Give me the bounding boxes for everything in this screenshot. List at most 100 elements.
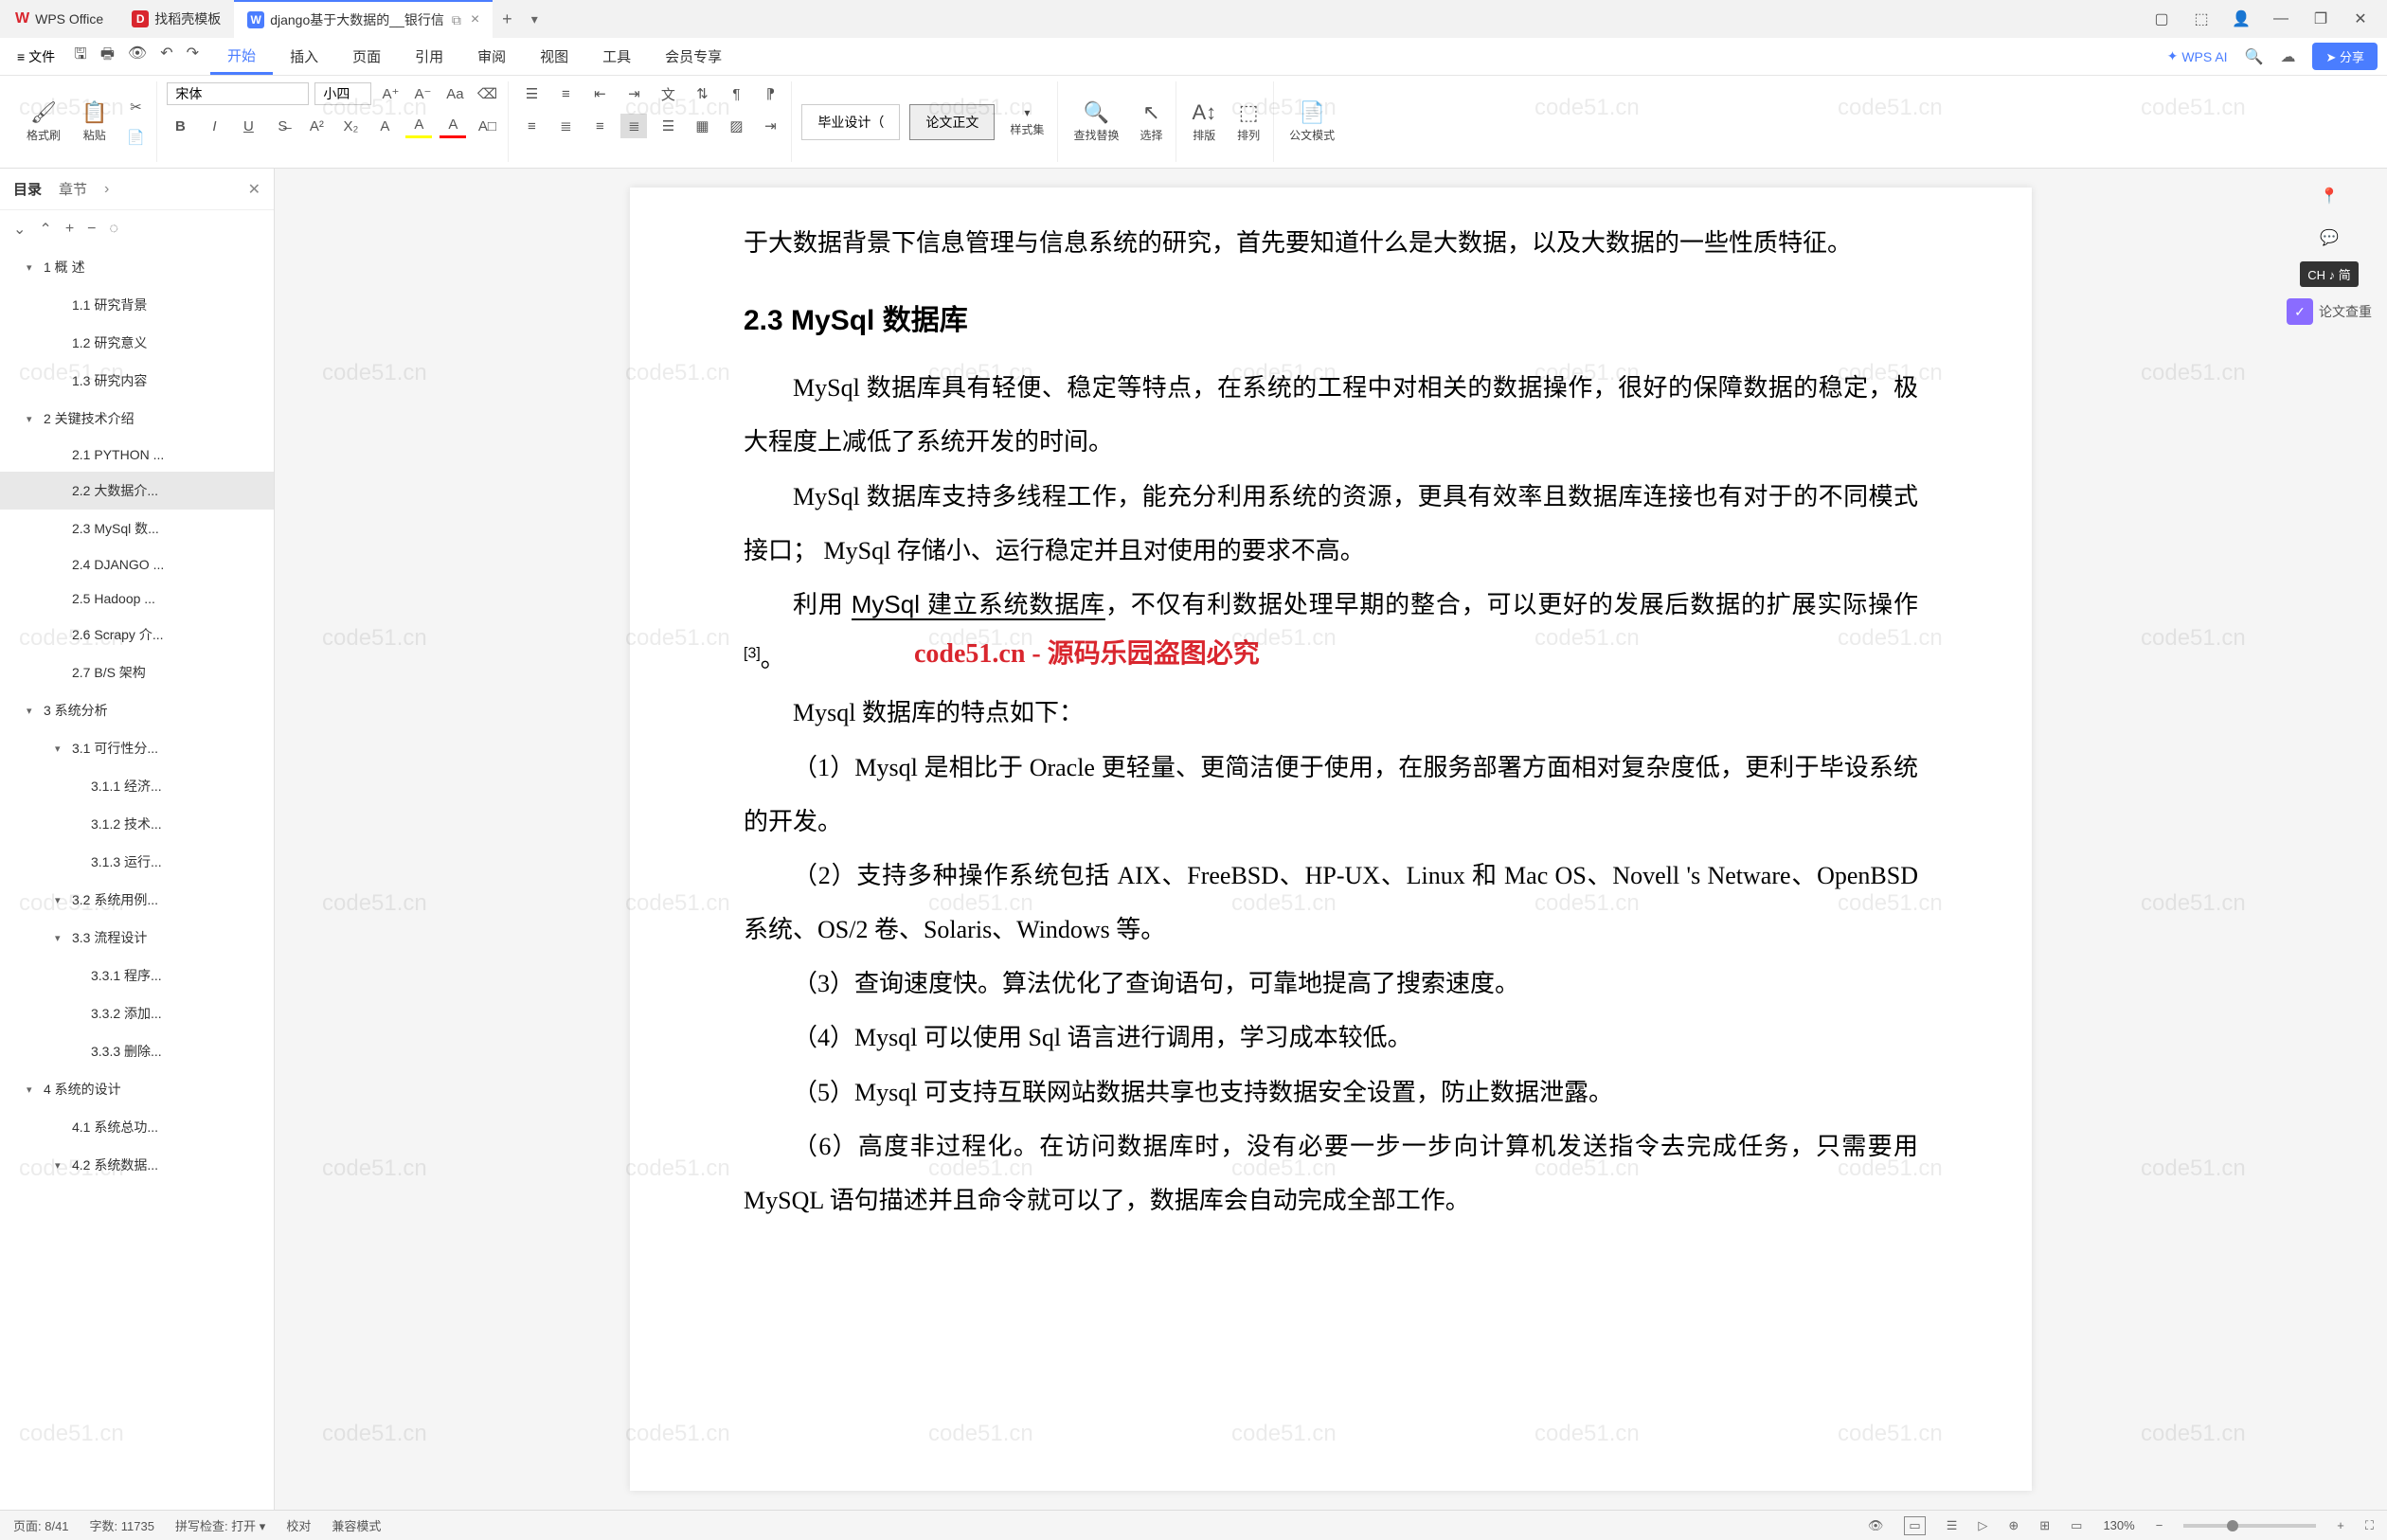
close-icon[interactable]: ✕ xyxy=(2347,6,2374,32)
save-icon[interactable]: 🖫 xyxy=(74,44,87,69)
font-grow-icon[interactable]: A⁺ xyxy=(377,81,404,106)
tab-insert[interactable]: 插入 xyxy=(273,38,335,75)
tab-stop-icon[interactable]: ⇥ xyxy=(757,114,783,138)
border-icon[interactable]: ▦ xyxy=(689,114,715,138)
read-view-icon[interactable]: ▷ xyxy=(1978,1518,1987,1533)
close-tab-icon[interactable]: × xyxy=(471,11,479,28)
change-case-icon[interactable]: Aa xyxy=(441,81,468,106)
outline-item[interactable]: ▾2 关键技术介绍 xyxy=(0,400,274,438)
minimize-icon[interactable]: — xyxy=(2268,6,2294,32)
link-icon[interactable]: ◌ xyxy=(110,221,119,238)
search-icon[interactable]: 🔍 xyxy=(2245,47,2264,66)
tab-reference[interactable]: 引用 xyxy=(398,38,460,75)
document-canvas[interactable]: 于大数据背景下信息管理与信息系统的研究，首先要知道什么是大数据，以及大数据的一些… xyxy=(275,169,2387,1510)
outline-view-icon[interactable]: ☰ xyxy=(1947,1518,1958,1533)
outline-item[interactable]: ▾4.2 系统数据... xyxy=(0,1146,274,1184)
text-effect-icon[interactable]: A xyxy=(371,114,398,138)
outline-item[interactable]: ▾3.3 流程设计 xyxy=(0,919,274,957)
tab-member[interactable]: 会员专享 xyxy=(648,38,739,75)
number-list-icon[interactable]: ≡ xyxy=(552,81,579,106)
outline-item[interactable]: ▾4 系统的设计 xyxy=(0,1070,274,1108)
fit-icon[interactable]: ⛶ xyxy=(2365,1518,2374,1533)
cube-icon[interactable]: ⬚ xyxy=(2188,6,2215,32)
italic-icon[interactable]: I xyxy=(201,114,227,138)
align-right-icon[interactable]: ≡ xyxy=(586,114,613,138)
outline-item[interactable]: 2.5 Hadoop ... xyxy=(0,582,274,616)
wps-ai-button[interactable]: ✦ WPS AI xyxy=(2167,48,2228,64)
style-thesis[interactable]: 毕业设计（ xyxy=(801,104,900,140)
find-button[interactable]: 🔍查找替换 xyxy=(1068,97,1124,147)
outline-item[interactable]: 1.1 研究背景 xyxy=(0,286,274,324)
tab-document[interactable]: W django基于大数据的__银行信 ⧉ × xyxy=(234,0,493,38)
tab-review[interactable]: 审阅 xyxy=(460,38,523,75)
expand-icon[interactable]: ⌃ xyxy=(39,220,51,239)
outline-item[interactable]: 3.3.1 程序... xyxy=(0,957,274,994)
collapse-icon[interactable]: ⌄ xyxy=(13,220,26,239)
outline-item[interactable]: 2.2 大数据介... xyxy=(0,472,274,510)
superscript-icon[interactable]: A² xyxy=(303,114,330,138)
close-panel-icon[interactable]: ✕ xyxy=(248,180,260,199)
bookmark-icon[interactable]: 📍 xyxy=(2311,178,2347,214)
box-icon[interactable]: ▢ xyxy=(2148,6,2175,32)
para-spacing-icon[interactable]: ¶ xyxy=(723,81,749,106)
show-marks-icon[interactable]: ⁋ xyxy=(757,81,783,106)
highlight-icon[interactable]: A xyxy=(405,114,432,138)
tab-template[interactable]: D 找稻壳模板 xyxy=(118,0,234,38)
zoom-out-icon[interactable]: − xyxy=(2156,1518,2163,1532)
format-brush-button[interactable]: 🖌格式刷 xyxy=(21,97,66,147)
tab-view[interactable]: 视图 xyxy=(523,38,585,75)
text-direction-icon[interactable]: 文 xyxy=(655,81,681,106)
spellcheck-status[interactable]: 拼写检查: 打开 ▾ xyxy=(175,1516,265,1534)
outline-item[interactable]: 3.3.2 添加... xyxy=(0,994,274,1032)
char-shading-icon[interactable]: A□ xyxy=(474,114,500,138)
avatar-icon[interactable]: 👤 xyxy=(2228,6,2254,32)
font-color-icon[interactable]: A xyxy=(440,114,466,138)
outline-item[interactable]: 2.3 MySql 数... xyxy=(0,510,274,547)
distribute-icon[interactable]: ☰ xyxy=(655,114,681,138)
outline-item[interactable]: 2.4 DJANGO ... xyxy=(0,547,274,582)
outline-item[interactable]: 2.7 B/S 架构 xyxy=(0,654,274,691)
language-badge[interactable]: CH ♪ 简 xyxy=(2300,261,2359,287)
bullet-list-icon[interactable]: ☰ xyxy=(518,81,545,106)
align-justify-icon[interactable]: ≣ xyxy=(620,114,647,138)
new-tab-button[interactable]: + xyxy=(493,9,522,29)
style-set-button[interactable]: ▾样式集 xyxy=(1004,102,1050,141)
style-body[interactable]: 论文正文 xyxy=(909,104,995,140)
preview-icon[interactable]: 👁 xyxy=(128,44,147,69)
tab-menu-button[interactable]: ▾ xyxy=(522,11,547,27)
outline-item[interactable]: ▾3 系统分析 xyxy=(0,691,274,729)
outline-item[interactable]: ▾3.2 系统用例... xyxy=(0,881,274,919)
tab-home[interactable]: 开始 xyxy=(210,38,273,75)
word-count[interactable]: 字数: 11735 xyxy=(90,1516,154,1534)
outline-item[interactable]: 2.6 Scrapy 介... xyxy=(0,616,274,654)
page-indicator[interactable]: 页面: 8/41 xyxy=(13,1516,69,1534)
outline-tab-chapters[interactable]: 章节 xyxy=(59,179,87,199)
undo-icon[interactable]: ↶ xyxy=(160,44,172,69)
add-item-icon[interactable]: + xyxy=(65,221,74,238)
strikethrough-icon[interactable]: S̶ xyxy=(269,114,296,138)
gov-mode-button[interactable]: 📄公文模式 xyxy=(1283,97,1340,147)
cut-icon[interactable]: ✂ xyxy=(122,95,149,119)
underline-icon[interactable]: U xyxy=(235,114,261,138)
popout-icon[interactable]: ⧉ xyxy=(452,12,461,28)
web-view-icon[interactable]: ⊕ xyxy=(2008,1518,2019,1533)
file-menu[interactable]: ≡ 文件 xyxy=(9,38,63,75)
arrange-button[interactable]: ⬚排列 xyxy=(1231,97,1265,147)
share-button[interactable]: ➤ 分享 xyxy=(2312,43,2378,70)
comment-icon[interactable]: 💬 xyxy=(2311,220,2347,256)
font-size-select[interactable] xyxy=(314,82,371,105)
restore-icon[interactable]: ❐ xyxy=(2307,6,2334,32)
paste-button[interactable]: 📋粘贴 xyxy=(76,97,113,147)
shading-icon[interactable]: ▨ xyxy=(723,114,749,138)
tab-page[interactable]: 页面 xyxy=(335,38,398,75)
line-spacing-icon[interactable]: ⇅ xyxy=(689,81,715,106)
increase-indent-icon[interactable]: ⇥ xyxy=(620,81,647,106)
outline-tab-toc[interactable]: 目录 xyxy=(13,179,42,199)
proof-button[interactable]: 校对 xyxy=(286,1516,311,1534)
copy-icon[interactable]: 📄 xyxy=(122,125,149,150)
bold-icon[interactable]: B xyxy=(167,114,193,138)
cloud-icon[interactable]: ☁ xyxy=(2280,47,2295,66)
outline-item[interactable]: 3.1.1 经济... xyxy=(0,767,274,805)
outline-item[interactable]: ▾3.1 可行性分... xyxy=(0,729,274,767)
fullwidth-icon[interactable]: ▭ xyxy=(2071,1518,2082,1533)
